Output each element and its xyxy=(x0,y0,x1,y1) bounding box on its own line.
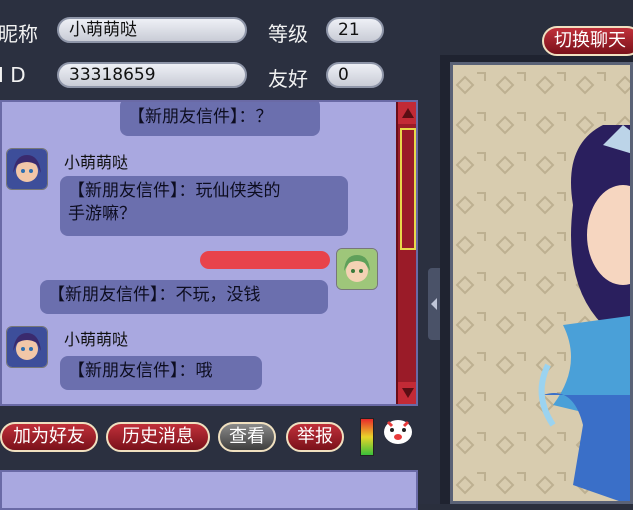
avatar[interactable] xyxy=(336,248,378,290)
collapse-panel-handle[interactable] xyxy=(428,268,440,340)
level-field: 21 xyxy=(326,17,384,43)
report-button[interactable]: 举报 xyxy=(286,422,344,452)
sender-name: 小萌萌哒 xyxy=(64,153,129,172)
avatar[interactable] xyxy=(6,326,48,368)
add-friend-button[interactable]: 加为好友 xyxy=(0,422,98,452)
sender-name: 小萌萌哒 xyxy=(64,330,129,349)
message-input[interactable] xyxy=(0,470,418,510)
message-bubble: 【新朋友信件】：哦 xyxy=(60,356,262,390)
view-button[interactable]: 查看 xyxy=(218,422,276,452)
message-bubble: 【新朋友信件】：不玩，没钱 xyxy=(40,280,328,314)
id-label: I D xyxy=(0,63,26,87)
scroll-down-arrow-icon[interactable] xyxy=(398,382,416,404)
id-field: 33318659 xyxy=(57,62,247,88)
chat-scrollbar[interactable] xyxy=(396,102,416,404)
redacted-name xyxy=(200,251,330,269)
history-button[interactable]: 历史消息 xyxy=(106,422,210,452)
friendship-field: 0 xyxy=(326,62,384,88)
chat-history[interactable]: 【新朋友信件】：？ 小萌萌哒 【新朋友信件】：玩仙侠类的 手游嘛？ 【新朋友信件… xyxy=(0,100,418,406)
switch-chat-button[interactable]: 切换聊天 xyxy=(542,26,633,56)
message-bubble: 【新朋友信件】：玩仙侠类的 手游嘛？ xyxy=(60,176,348,236)
message-bubble: 【新朋友信件】：？ xyxy=(120,102,320,136)
friend-chat-panel: 昵称 小萌萌哒 等级 21 I D 33318659 友好 0 【新朋友信件】：… xyxy=(0,0,440,510)
message-text-line: 手游嘛？ xyxy=(68,204,136,224)
scroll-up-arrow-icon[interactable] xyxy=(398,102,416,124)
friendship-label: 友好 xyxy=(268,67,308,91)
avatar[interactable] xyxy=(6,148,48,190)
level-label: 等级 xyxy=(268,22,308,46)
nickname-field: 小萌萌哒 xyxy=(57,17,247,43)
signal-level-icon xyxy=(360,418,374,456)
message-text-line: 【新朋友信件】：玩仙侠类的 xyxy=(68,181,281,201)
nickname-label: 昵称 xyxy=(0,22,38,46)
scroll-thumb[interactable] xyxy=(400,128,416,250)
character-portrait xyxy=(450,62,633,504)
pet-emoji-icon[interactable] xyxy=(380,412,416,448)
